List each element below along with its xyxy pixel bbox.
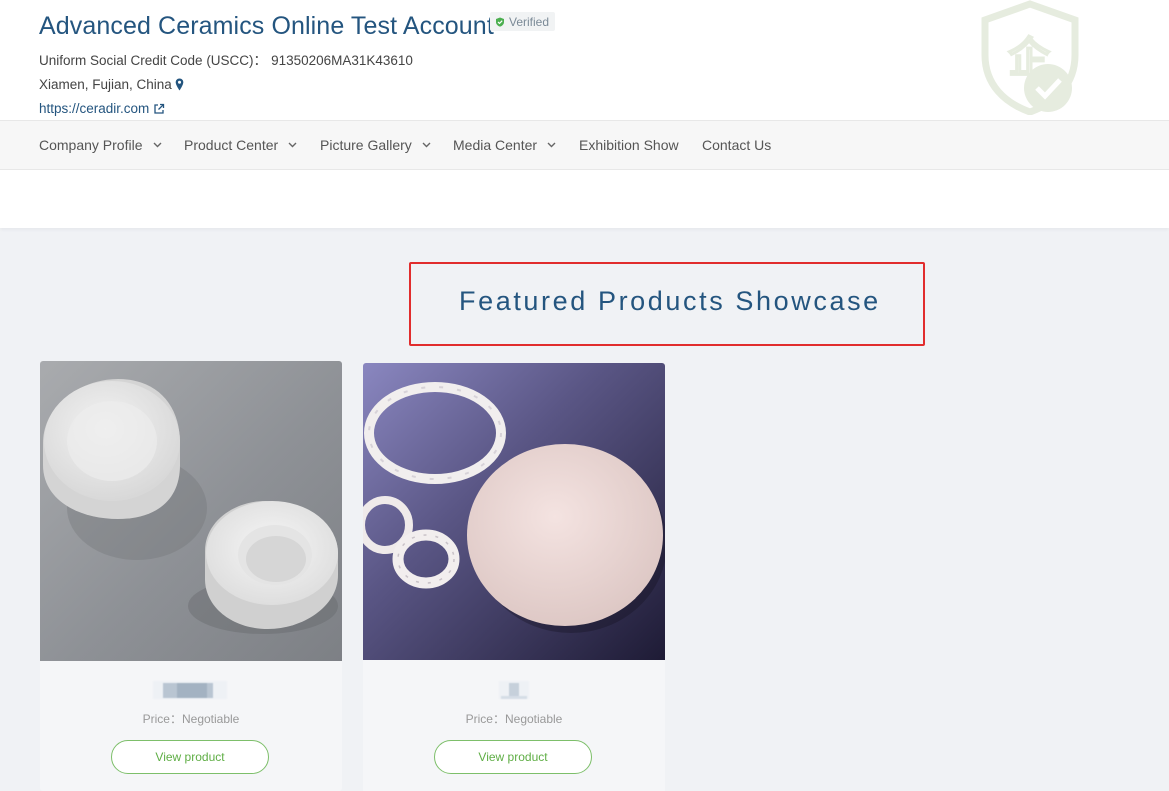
product-price: Price：Negotiable xyxy=(142,712,240,726)
company-header: Advanced Ceramics Online Test Account Ve… xyxy=(0,0,1169,120)
enterprise-verified-watermark-icon: 企 xyxy=(981,0,1079,115)
view-product-button[interactable]: View product xyxy=(434,740,592,774)
uscc-label: Uniform Social Credit Code (USCC)： xyxy=(39,53,268,68)
content-banner-area xyxy=(0,170,1169,228)
chevron-down-icon xyxy=(422,142,431,148)
website-text: https://ceradir.com xyxy=(39,101,150,116)
nav-contact-us[interactable]: Contact Us xyxy=(702,121,771,169)
nav-picture-gallery[interactable]: Picture Gallery xyxy=(320,121,431,169)
company-location: Xiamen, Fujian, China xyxy=(39,77,184,92)
map-pin-icon xyxy=(175,78,184,91)
product-image[interactable] xyxy=(363,363,665,660)
product-name-blurred xyxy=(153,681,227,699)
location-text: Xiamen, Fujian, China xyxy=(39,77,172,92)
company-website-link[interactable]: https://ceradir.com xyxy=(39,101,165,116)
company-name: Advanced Ceramics Online Test Account xyxy=(39,12,494,40)
chevron-down-icon xyxy=(288,142,297,148)
product-image[interactable] xyxy=(40,361,342,661)
uscc-line: Uniform Social Credit Code (USCC)： 913502… xyxy=(39,49,413,69)
nav-label: Picture Gallery xyxy=(320,137,412,153)
verified-badge: Verified xyxy=(490,12,556,31)
main-nav: Company Profile Product Center Picture G… xyxy=(0,120,1169,170)
verified-label: Verified xyxy=(509,14,550,29)
nav-label: Company Profile xyxy=(39,137,143,153)
uscc-value: 91350206MA31K43610 xyxy=(271,53,413,68)
nav-media-center[interactable]: Media Center xyxy=(453,121,556,169)
shield-check-icon xyxy=(496,17,504,27)
chevron-down-icon xyxy=(153,142,161,148)
nav-label: Product Center xyxy=(184,137,279,153)
chevron-down-icon xyxy=(547,142,556,148)
view-product-button[interactable]: View product xyxy=(111,740,269,774)
nav-label: Media Center xyxy=(453,137,538,153)
product-card[interactable]: Price：Negotiable View product xyxy=(40,361,342,791)
nav-label: Contact Us xyxy=(702,137,772,153)
nav-company-profile[interactable]: Company Profile xyxy=(39,121,162,169)
nav-product-center[interactable]: Product Center xyxy=(184,121,297,169)
nav-label: Exhibition Show xyxy=(579,137,679,153)
section-title: Featured Products Showcase xyxy=(459,286,881,316)
nav-exhibition-show[interactable]: Exhibition Show xyxy=(579,121,679,169)
product-name-blurred xyxy=(499,681,529,699)
external-link-icon xyxy=(154,103,165,114)
product-card[interactable]: Price：Negotiable View product xyxy=(363,363,665,791)
product-price: Price：Negotiable xyxy=(465,712,563,726)
